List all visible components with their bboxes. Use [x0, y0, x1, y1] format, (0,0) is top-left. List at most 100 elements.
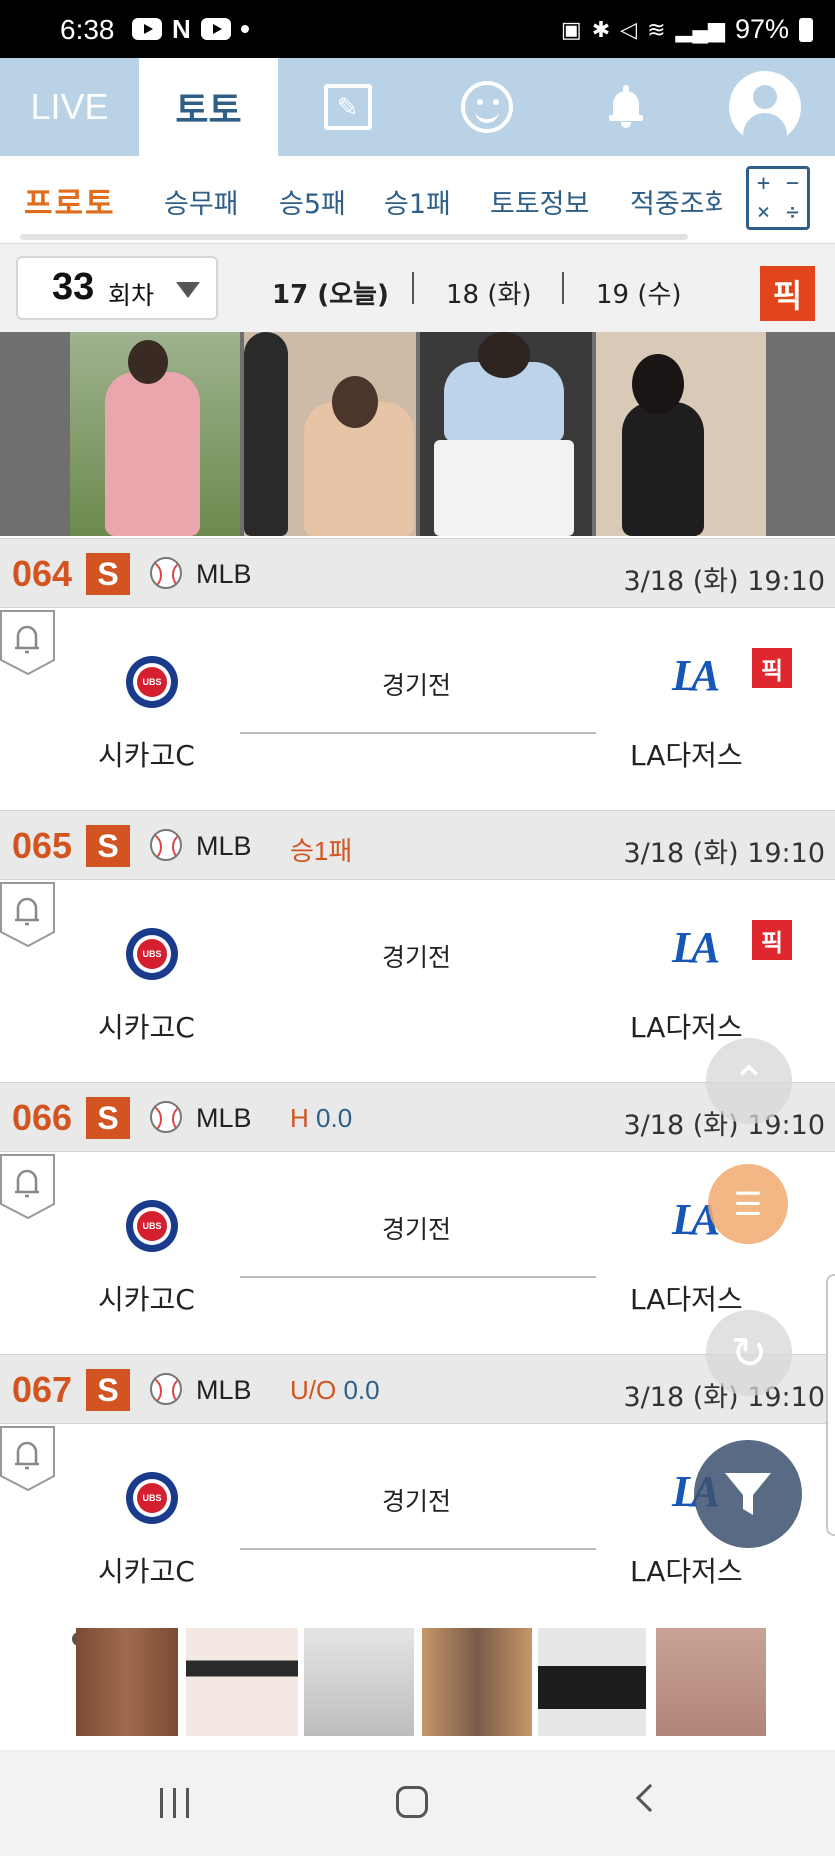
ad-photo-black-dress: [596, 332, 766, 536]
mute-icon: ◁: [620, 16, 638, 42]
home-team: 시카고C: [98, 739, 195, 772]
ad-photo-blue-blouse: [420, 332, 592, 536]
game-number: 066: [12, 1097, 73, 1138]
multiply-icon: ×: [756, 200, 771, 225]
bet-type: 승1패: [290, 831, 352, 868]
calculator-button[interactable]: + − × ÷: [746, 166, 810, 230]
minus-icon: −: [785, 171, 800, 196]
battery-icon: [799, 17, 813, 42]
dodgers-logo: LA: [672, 1195, 720, 1244]
cubs-logo: [126, 656, 178, 708]
ad-photo-beige-top: [244, 332, 416, 536]
date-tab-tue[interactable]: 18 (화): [446, 274, 532, 311]
cubs-logo: [126, 1472, 178, 1524]
tab-win-draw-lose[interactable]: 승무패: [164, 182, 239, 221]
nav-toto[interactable]: 토토: [139, 58, 278, 156]
nav-profile[interactable]: [695, 58, 834, 156]
refresh-button[interactable]: ↻: [706, 1310, 792, 1396]
banner-ad[interactable]: [0, 332, 835, 536]
top-navigation: LIVE 토토 ✎: [0, 58, 835, 156]
subtab-scrollbar[interactable]: [20, 234, 688, 240]
bottom-ad[interactable]: ?: [0, 1610, 835, 1750]
cubs-logo: [126, 928, 178, 980]
game-card[interactable]: 경기전 시카고C LA 픽 LA다저스: [0, 882, 835, 1082]
pick-badge[interactable]: 픽: [752, 920, 792, 960]
document-icon: ☰: [733, 1185, 763, 1223]
back-button[interactable]: [635, 1783, 665, 1813]
recent-apps-button[interactable]: [160, 1788, 189, 1818]
bell-outline-icon: [0, 882, 55, 948]
chevron-down-icon: [176, 282, 200, 298]
alarm-bell-button[interactable]: [0, 882, 55, 948]
tab-win1-lose[interactable]: 승1패: [384, 182, 451, 221]
baseball-icon: [150, 1101, 182, 1133]
pick-button[interactable]: 픽: [760, 266, 815, 321]
tab-win5-lose[interactable]: 승5패: [279, 182, 346, 221]
nav-emoticon[interactable]: [417, 58, 556, 156]
dot-icon: [240, 25, 249, 33]
home-button[interactable]: [396, 1786, 428, 1818]
tab-hit-check[interactable]: 적중조회: [630, 182, 722, 218]
league-name: MLB: [196, 831, 252, 861]
date-tab-wed[interactable]: 19 (수): [596, 274, 682, 311]
dodgers-logo: LA: [672, 651, 720, 700]
side-scroll-handle[interactable]: [826, 1274, 835, 1536]
alarm-bell-button[interactable]: [0, 610, 55, 676]
divider: [240, 732, 596, 734]
battery-percent: 97%: [734, 14, 789, 44]
special-badge: S: [86, 1097, 130, 1139]
notification-icons: N: [132, 14, 249, 44]
total-value: 0.0: [343, 1375, 380, 1405]
alarm-bell-button[interactable]: [0, 1154, 55, 1220]
ad-photo-pink-blouse: [656, 1628, 766, 1736]
nav-notifications[interactable]: [556, 58, 695, 156]
divider: [240, 1548, 596, 1550]
round-select[interactable]: 33 회차: [16, 256, 218, 320]
nav-live[interactable]: LIVE: [0, 58, 139, 156]
app-screen: 6:38 N ▣ ✱ ◁ ≋ ▂▄▆ 97% LIVE 토토 ✎ 프로토 승무패…: [0, 0, 835, 1856]
game-card[interactable]: 경기전 시카고C LA 픽 LA다저스: [0, 610, 835, 810]
away-team: LA다저스: [630, 1011, 743, 1044]
filter-icon: [725, 1473, 771, 1515]
document-button[interactable]: ☰: [708, 1164, 788, 1244]
bet-type: H 0.0: [290, 1103, 352, 1134]
bell-outline-icon: [0, 1426, 55, 1492]
scroll-top-button[interactable]: ⌃: [706, 1038, 792, 1124]
tab-proto[interactable]: 프로토: [24, 178, 116, 223]
date-tab-today[interactable]: 17 (오늘): [272, 274, 389, 311]
divide-icon: ÷: [785, 200, 800, 225]
away-team: LA다저스: [630, 1555, 743, 1588]
game-number: 065: [12, 825, 73, 866]
filter-button[interactable]: [694, 1440, 802, 1548]
scroll-top-icon: ⌃: [731, 1056, 767, 1106]
special-badge: S: [86, 1369, 130, 1411]
game-header[interactable]: 064 S MLB 3/18 (화) 19:10: [0, 538, 835, 608]
round-bar: 33 회차 17 (오늘) 18 (화) 19 (수) 픽: [0, 244, 835, 332]
battery-saver-icon: ▣: [560, 16, 582, 42]
youtube-icon: [132, 18, 162, 40]
league-name: MLB: [196, 559, 252, 589]
game-datetime: 3/18 (화) 19:10: [623, 566, 825, 597]
game-status: 경기전: [382, 1215, 452, 1244]
status-bar: 6:38 N ▣ ✱ ◁ ≋ ▂▄▆ 97%: [0, 0, 835, 58]
bet-type-label: H: [290, 1103, 309, 1133]
game-header[interactable]: 065 S MLB 승1패 3/18 (화) 19:10: [0, 810, 835, 880]
divider: [412, 272, 414, 304]
round-label: 회차: [108, 281, 155, 310]
away-team: LA다저스: [630, 1283, 743, 1316]
bell-icon: [608, 85, 643, 129]
nav-write[interactable]: ✎: [278, 58, 417, 156]
divider: [562, 272, 564, 304]
youtube-icon: [200, 18, 231, 40]
alarm-bell-button[interactable]: [0, 1426, 55, 1492]
sub-tabs: 프로토 승무패 승5패 승1패 토토정보 적중조회 + − × ÷: [0, 156, 835, 244]
ad-photo-leg-warmers: [304, 1628, 414, 1736]
tab-toto-info[interactable]: 토토정보: [490, 182, 589, 221]
bell-outline-icon: [0, 1154, 55, 1220]
cubs-logo: [126, 1200, 178, 1252]
profile-icon: [728, 71, 801, 143]
pick-badge[interactable]: 픽: [752, 648, 792, 688]
ad-photo-pink-dress: [70, 332, 240, 536]
n-logo-icon: N: [172, 14, 191, 44]
game-card[interactable]: 경기전 시카고C LA LA다저스: [0, 1154, 835, 1354]
